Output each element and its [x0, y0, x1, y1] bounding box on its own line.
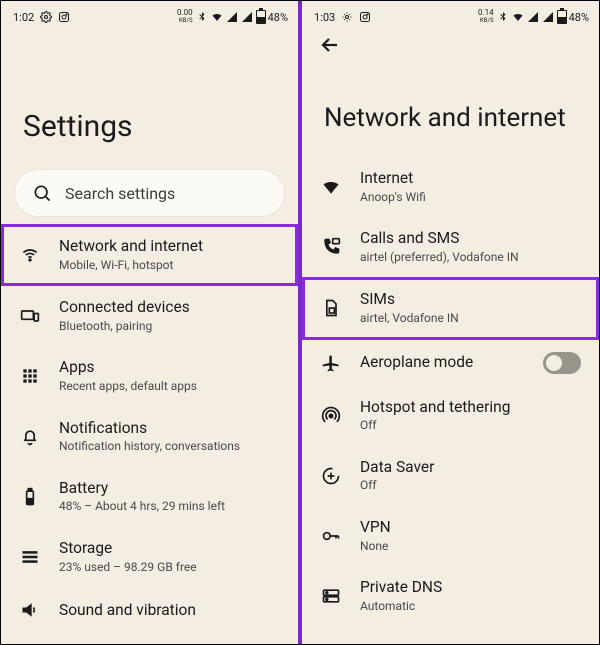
wifi-icon	[211, 11, 223, 23]
item-label: Storage	[59, 539, 280, 558]
app-indicator-icon	[359, 11, 371, 23]
wifi-icon	[19, 244, 41, 266]
battery-icon	[19, 486, 41, 508]
bluetooth-icon	[497, 11, 509, 23]
settings-item-apps[interactable]: Apps Recent apps, default apps	[1, 346, 298, 406]
app-indicator-icon	[58, 11, 70, 23]
network-item-data-saver[interactable]: Data Saver Off	[302, 446, 599, 506]
item-sub: Anoop's Wifi	[360, 190, 581, 206]
item-label: Sound and vibration	[59, 601, 280, 620]
signal-icon	[527, 11, 539, 23]
item-label: SIMs	[360, 290, 581, 309]
storage-icon	[19, 546, 41, 568]
status-bar: 1:03 0.14 KB/S	[302, 1, 599, 29]
page-title: Network and internet	[302, 29, 599, 157]
item-label: Calls and SMS	[360, 229, 581, 248]
back-button[interactable]	[318, 33, 342, 57]
item-sub: Mobile, Wi-Fi, hotspot	[59, 258, 280, 274]
search-placeholder: Search settings	[65, 184, 175, 203]
item-sub: 23% used – 98.29 GB free	[59, 560, 280, 576]
settings-item-network[interactable]: Network and internet Mobile, Wi-Fi, hots…	[1, 224, 298, 286]
datasaver-icon	[320, 465, 342, 487]
settings-indicator-icon	[341, 11, 353, 23]
network-item-private-dns[interactable]: Private DNS Automatic	[302, 566, 599, 626]
item-sub: Recent apps, default apps	[59, 379, 280, 395]
calls-icon	[320, 236, 342, 258]
network-item-calls-sms[interactable]: Calls and SMS airtel (preferred), Vodafo…	[302, 217, 599, 277]
settings-item-connected-devices[interactable]: Connected devices Bluetooth, pairing	[1, 286, 298, 346]
settings-item-sound[interactable]: Sound and vibration	[1, 587, 298, 633]
status-bar: 1:02 0.00 KB/S	[1, 1, 298, 29]
dns-icon	[320, 585, 342, 607]
apps-icon	[19, 365, 41, 387]
hotspot-icon	[320, 405, 342, 427]
item-sub: None	[360, 539, 581, 555]
item-label: Internet	[360, 169, 581, 188]
network-item-internet[interactable]: Internet Anoop's Wifi	[302, 157, 599, 217]
signal-icon	[226, 11, 238, 23]
airplane-icon	[320, 352, 342, 374]
screenshot-settings-root: 1:02 0.00 KB/S	[1, 1, 298, 644]
search-icon	[31, 182, 53, 204]
status-time: 1:02	[13, 11, 34, 24]
item-label: VPN	[360, 518, 581, 537]
sim-icon	[320, 297, 342, 319]
item-sub: Notification history, conversations	[59, 439, 280, 455]
item-label: Aeroplane mode	[360, 353, 525, 372]
item-sub: airtel, Vodafone IN	[360, 311, 581, 327]
network-item-sims[interactable]: SIMs airtel, Vodafone IN	[302, 277, 599, 339]
battery-indicator: 48%	[256, 10, 288, 24]
status-data-rate: 0.14 KB/S	[478, 9, 494, 25]
item-sub: Bluetooth, pairing	[59, 319, 280, 335]
signal-icon-2	[542, 11, 554, 23]
network-item-aeroplane[interactable]: Aeroplane mode	[302, 340, 599, 386]
settings-item-notifications[interactable]: Notifications Notification history, conv…	[1, 407, 298, 467]
settings-item-battery[interactable]: Battery 48% – About 4 hrs, 29 mins left	[1, 467, 298, 527]
battery-indicator: 48%	[557, 10, 589, 24]
item-label: Hotspot and tethering	[360, 398, 581, 417]
item-label: Private DNS	[360, 578, 581, 597]
devices-icon	[19, 305, 41, 327]
vpn-key-icon	[320, 525, 342, 547]
item-sub: Automatic	[360, 599, 581, 615]
bell-icon	[19, 426, 41, 448]
network-item-vpn[interactable]: VPN None	[302, 506, 599, 566]
item-label: Data Saver	[360, 458, 581, 477]
item-label: Connected devices	[59, 298, 280, 317]
status-time: 1:03	[314, 11, 335, 24]
bluetooth-icon	[196, 11, 208, 23]
item-sub: airtel (preferred), Vodafone IN	[360, 250, 581, 266]
settings-indicator-icon	[40, 11, 52, 23]
status-data-rate: 0.00 KB/S	[177, 9, 193, 25]
search-settings[interactable]: Search settings	[15, 170, 284, 216]
sound-icon	[19, 599, 41, 621]
wifi-icon	[320, 176, 342, 198]
item-sub: 48% – About 4 hrs, 29 mins left	[59, 499, 280, 515]
item-sub: Off	[360, 418, 581, 434]
aeroplane-toggle[interactable]	[543, 352, 581, 374]
signal-icon-2	[241, 11, 253, 23]
wifi-icon	[512, 11, 524, 23]
screenshot-network-root: 1:03 0.14 KB/S	[302, 1, 599, 644]
network-item-hotspot[interactable]: Hotspot and tethering Off	[302, 386, 599, 446]
item-label: Battery	[59, 479, 280, 498]
item-label: Notifications	[59, 419, 280, 438]
item-label: Apps	[59, 358, 280, 377]
page-title: Settings	[1, 29, 298, 162]
settings-item-storage[interactable]: Storage 23% used – 98.29 GB free	[1, 527, 298, 587]
item-label: Network and internet	[59, 237, 280, 256]
item-sub: Off	[360, 478, 581, 494]
